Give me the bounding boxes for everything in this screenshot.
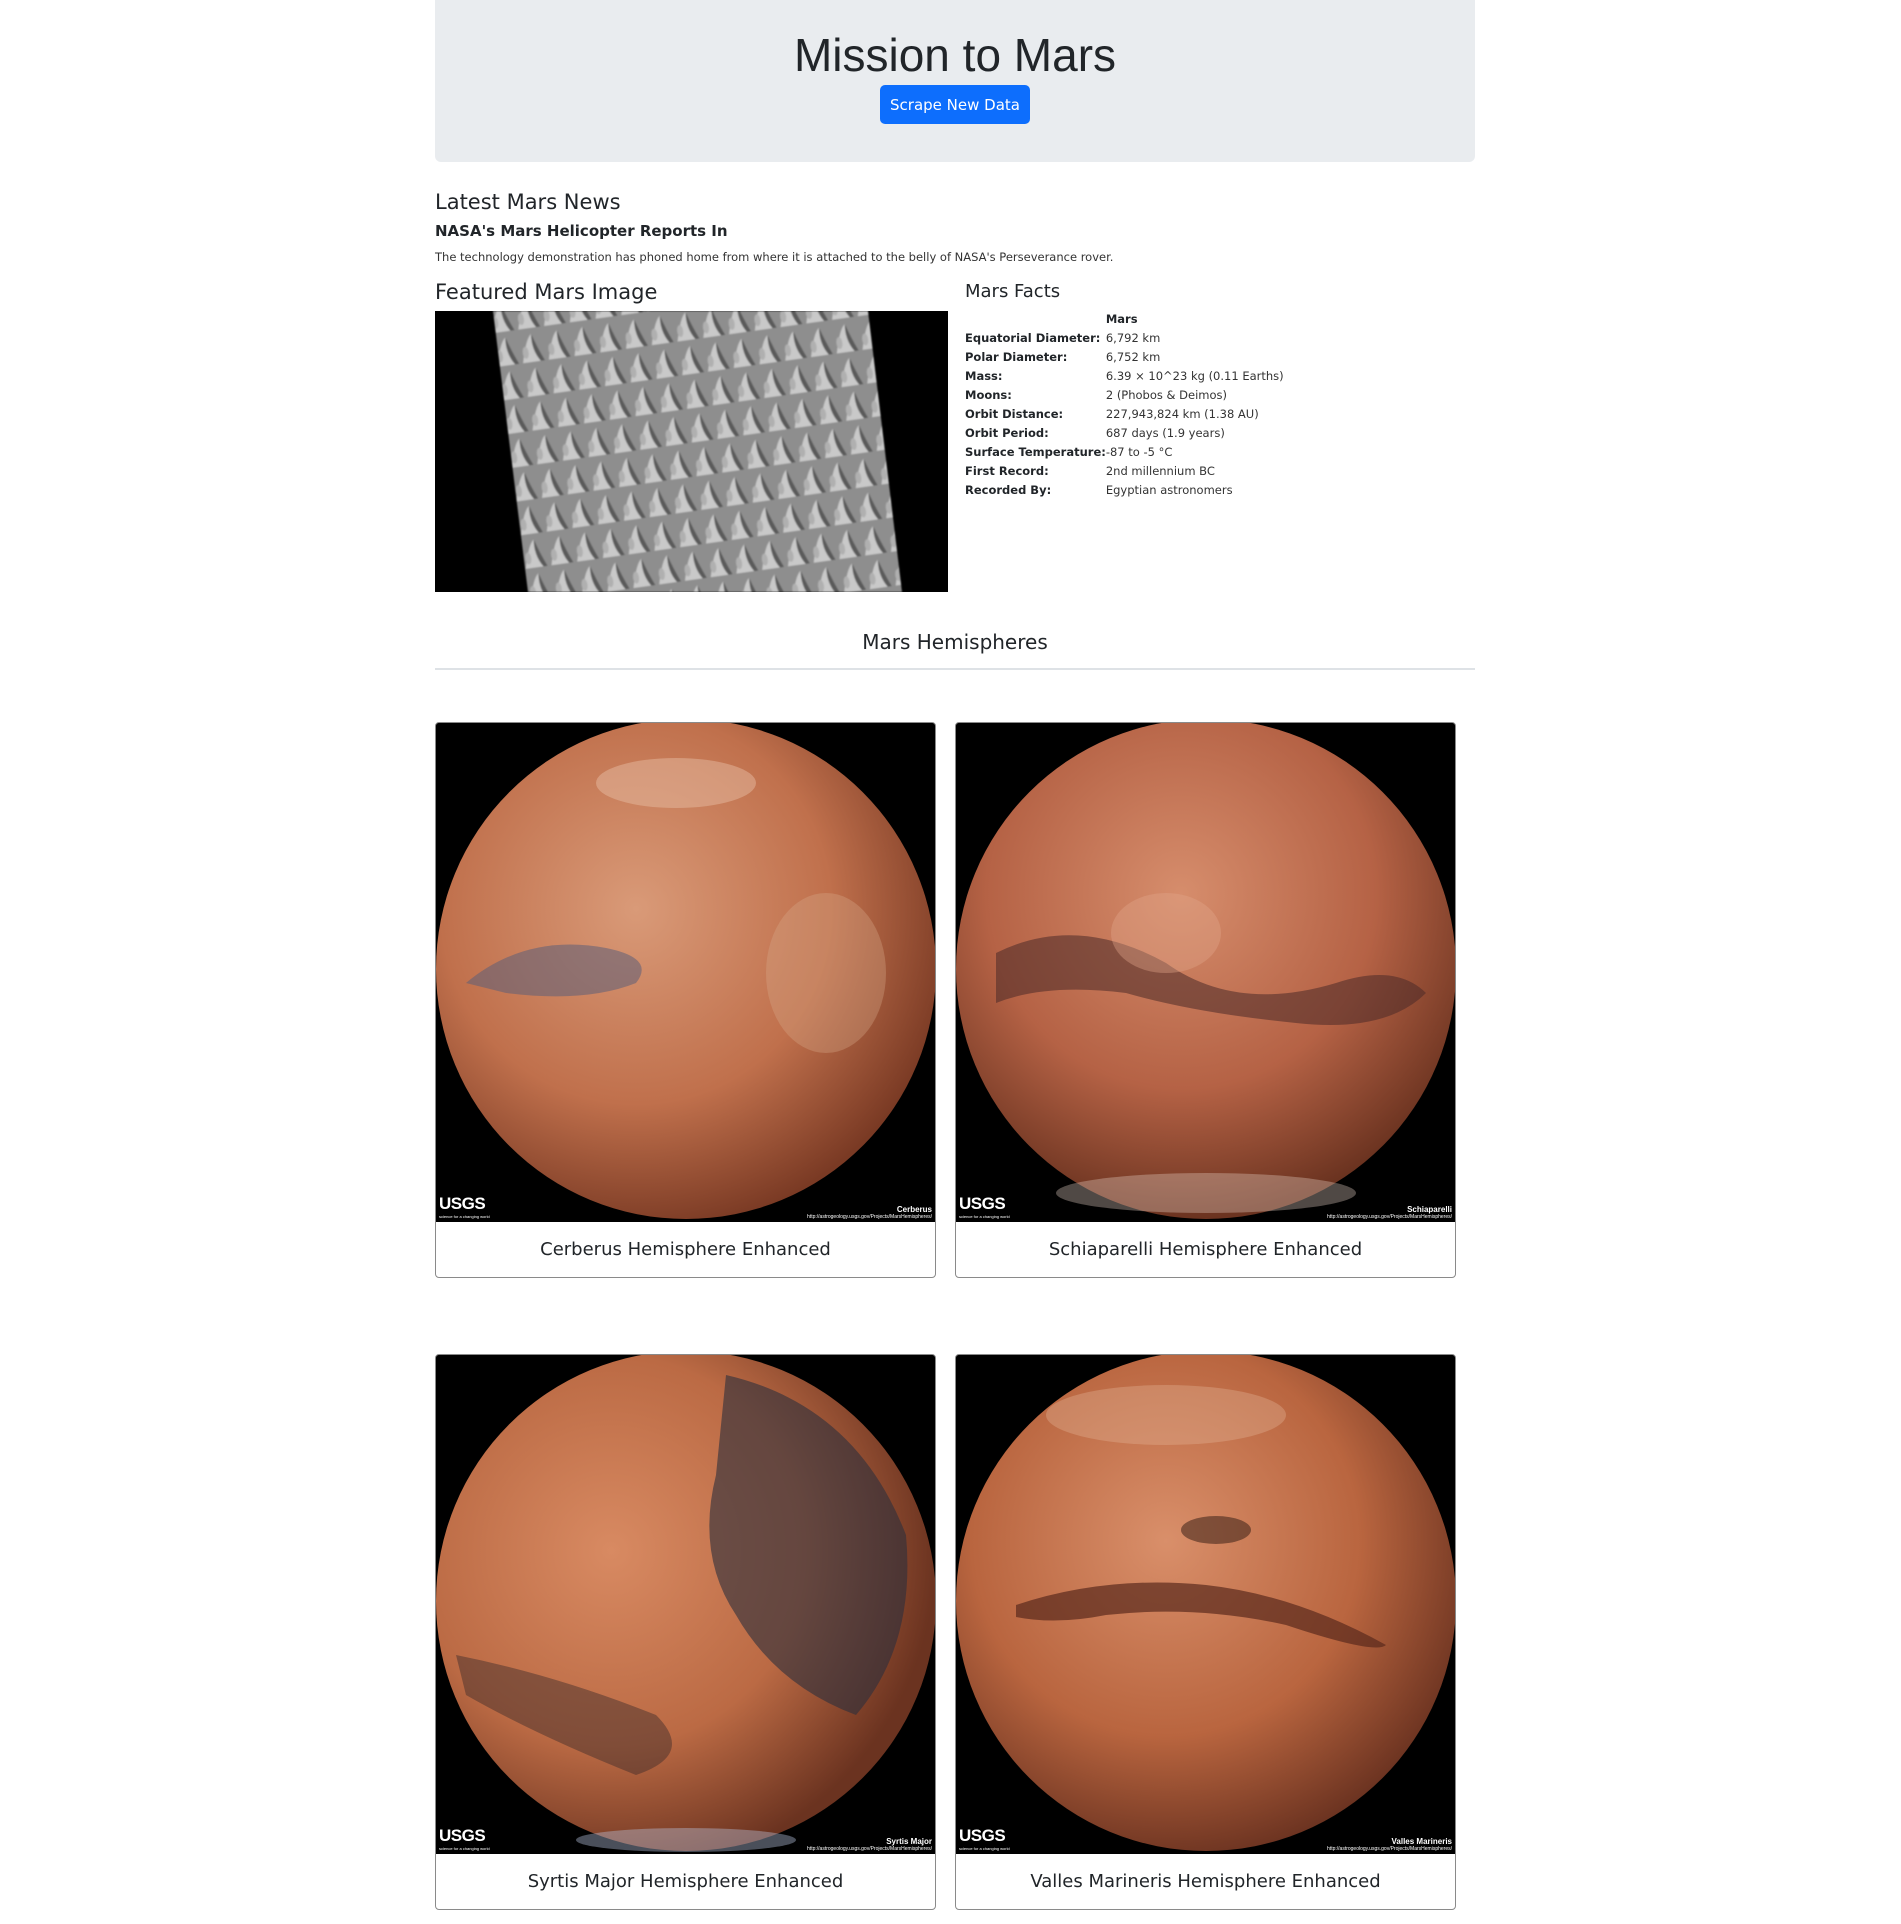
facts-row: Equatorial Diameter: 6,792 km [965,329,1284,348]
usgs-logo: USGS science for a changing world [959,1194,1010,1219]
hemisphere-image-cerberus[interactable]: USGS science for a changing world Cerberu… [436,723,935,1222]
image-caption-name: Syrtis Major [886,1837,932,1846]
fact-value: 227,943,824 km (1.38 AU) [1105,407,1259,421]
facts-row: Recorded By: Egyptian astronomers [965,481,1284,500]
hemisphere-card-valles-marineris[interactable]: USGS science for a changing world Valles … [955,1354,1456,1910]
fact-label: Polar Diameter: [965,350,1068,364]
header-jumbotron: Mission to Mars Scrape New Data [435,0,1475,162]
facts-row: First Record: 2nd millennium BC [965,462,1284,481]
image-caption-url: http://astrogeology.usgs.gov/Projects/Ma… [807,1846,932,1852]
hemispheres-heading: Mars Hemispheres [862,630,1048,654]
image-caption-url: http://astrogeology.usgs.gov/Projects/Ma… [1327,1846,1452,1852]
usgs-logo: USGS science for a changing world [959,1826,1010,1851]
fact-label: Orbit Distance: [965,407,1064,421]
fact-label: Surface Temperature: [965,445,1106,459]
fact-label: Moons: [965,388,1012,402]
featured-image-heading: Featured Mars Image [435,280,658,304]
fact-label: First Record: [965,464,1049,478]
mars-globe-syrtis-major [436,1355,935,1854]
facts-row: Mass: 6.39 × 10^23 kg (0.11 Earths) [965,367,1284,386]
hemisphere-image-schiaparelli[interactable]: USGS science for a changing world Schiapa… [956,723,1455,1222]
hemisphere-card-syrtis-major[interactable]: USGS science for a changing world Syrtis … [435,1354,936,1910]
usgs-logo: USGS science for a changing world [439,1826,490,1851]
hemisphere-title[interactable]: Schiaparelli Hemisphere Enhanced [956,1222,1455,1277]
fact-label: Recorded By: [965,483,1052,497]
featured-mars-image[interactable] [435,311,948,592]
hemisphere-card-cerberus[interactable]: USGS science for a changing world Cerberu… [435,722,936,1278]
hemisphere-title[interactable]: Syrtis Major Hemisphere Enhanced [436,1854,935,1909]
fact-label: Mass: [965,369,1003,383]
facts-row: Surface Temperature: -87 to -5 °C [965,443,1284,462]
fact-value: 2nd millennium BC [1105,464,1215,478]
mars-globe-schiaparelli [956,723,1455,1222]
mars-facts-table: Mars Equatorial Diameter: 6,792 km Polar … [965,310,1284,500]
image-caption-url: http://astrogeology.usgs.gov/Projects/Ma… [807,1214,932,1220]
scrape-new-data-button[interactable]: Scrape New Data [880,85,1030,124]
fact-value: 2 (Phobos & Deimos) [1105,388,1228,402]
mars-globe-cerberus [436,723,935,1222]
hemisphere-card-schiaparelli[interactable]: USGS science for a changing world Schiapa… [955,722,1456,1278]
facts-header-row: Mars [965,310,1284,329]
facts-header-blank [965,310,1106,329]
page-title: Mission to Mars [793,29,1117,81]
facts-row: Orbit Period: 687 days (1.9 years) [965,424,1284,443]
mars-facts-heading: Mars Facts [965,281,1061,302]
facts-row: Moons: 2 (Phobos & Deimos) [965,386,1284,405]
facts-row: Orbit Distance: 227,943,824 km (1.38 AU) [965,405,1284,424]
hemisphere-title[interactable]: Cerberus Hemisphere Enhanced [436,1222,935,1277]
image-caption-name: Valles Marineris [1391,1837,1452,1846]
fact-label: Equatorial Diameter: [965,331,1101,345]
news-heading: Latest Mars News [435,190,621,214]
news-paragraph: The technology demonstration has phoned … [435,250,1114,264]
image-caption-url: http://astrogeology.usgs.gov/Projects/Ma… [1327,1214,1452,1220]
hemisphere-image-valles-marineris[interactable]: USGS science for a changing world Valles … [956,1355,1455,1854]
mars-globe-valles-marineris [956,1355,1455,1854]
usgs-logo: USGS science for a changing world [439,1194,490,1219]
hemisphere-image-syrtis-major[interactable]: USGS science for a changing world Syrtis … [436,1355,935,1854]
image-caption-name: Schiaparelli [1407,1205,1452,1214]
fact-value: 6,792 km [1105,331,1161,345]
hemisphere-title[interactable]: Valles Marineris Hemisphere Enhanced [956,1854,1455,1909]
fact-value: -87 to -5 °C [1105,445,1173,459]
hemispheres-divider [435,668,1475,670]
featured-image-graphic [435,311,948,592]
fact-label: Orbit Period: [965,426,1049,440]
fact-value: Egyptian astronomers [1105,483,1233,497]
fact-value: 687 days (1.9 years) [1105,426,1225,440]
facts-row: Polar Diameter: 6,752 km [965,348,1284,367]
fact-value: 6,752 km [1105,350,1161,364]
facts-column-header: Mars [1105,312,1138,326]
news-title: NASA's Mars Helicopter Reports In [435,222,728,240]
fact-value: 6.39 × 10^23 kg (0.11 Earths) [1105,369,1284,383]
image-caption-name: Cerberus [896,1205,932,1214]
